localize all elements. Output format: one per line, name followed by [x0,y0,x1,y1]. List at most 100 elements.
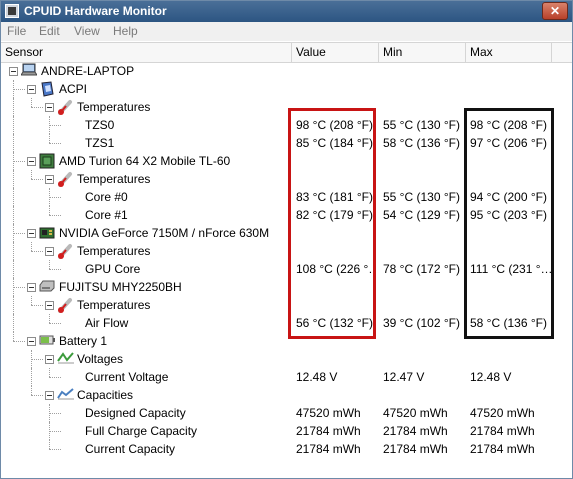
menu-file[interactable]: File [7,24,26,38]
tree-connector [13,224,14,242]
tree-connector [13,296,14,314]
tree-connector [13,89,25,90]
sensor-min: 54 °C (129 °F) [383,208,460,222]
sensor-label: Core #0 [85,190,128,204]
tree-row[interactable]: ACPI [1,80,572,98]
tree-row[interactable]: Current Capacity 21784 mWh 21784 mWh 21784 … [1,440,572,458]
value-highlight-box [288,108,376,339]
tree-connector [49,188,50,206]
collapse-toggle[interactable] [45,103,54,112]
title-bar[interactable]: CPUID Hardware Monitor ✕ [1,1,572,22]
sensor-value: 12.48 V [296,370,338,384]
sensor-label: Voltages [77,352,124,366]
tree-connector [49,323,61,324]
sensor-label: Core #1 [85,208,128,222]
sensor-label: AMD Turion 64 X2 Mobile TL-60 [59,154,231,168]
tree-connector [31,395,43,396]
sensor-max: 21784 mWh [470,442,535,456]
sensor-label: Air Flow [85,316,129,330]
sensor-label: GPU Core [85,262,141,276]
app-icon [5,4,19,18]
sensor-max: 47520 mWh [470,406,535,420]
sensor-label: Full Charge Capacity [85,424,198,438]
tree-connector [49,422,50,440]
tree-connector [49,197,61,198]
sensor-min: 39 °C (102 °F) [383,316,460,330]
tree-row[interactable]: Capacities [1,386,572,404]
tree-row[interactable]: ANDRE-LAPTOP [1,62,572,80]
tree-connector [13,116,14,134]
battery-icon [39,333,57,350]
tree-row[interactable]: Voltages [1,350,572,368]
tree-connector [49,215,61,216]
sensor-label: ACPI [59,82,88,96]
menu-help[interactable]: Help [113,24,138,38]
tree-connector [31,170,32,179]
tree-connector [13,314,14,332]
window-title: CPUID Hardware Monitor [24,4,167,18]
tree-connector [31,350,32,368]
menu-edit[interactable]: Edit [39,24,60,38]
tree-connector [31,368,32,386]
tree-row[interactable]: Full Charge Capacity 21784 mWh 21784 mWh 21… [1,422,572,440]
column-header-min[interactable]: Min [379,43,466,62]
menu-bar: File Edit View Help [1,22,572,41]
tree-connector [13,188,14,206]
collapse-toggle[interactable] [45,301,54,310]
capacity-icon [57,387,75,404]
tree-connector [13,233,25,234]
column-header-sensor[interactable]: Sensor [1,43,292,62]
tree-connector [13,98,14,116]
tree-connector [49,116,50,134]
sensor-value: 47520 mWh [296,406,361,420]
max-highlight-box [464,108,554,339]
tree-connector [13,260,14,278]
sensor-label: FUJITSU MHY2250BH [59,280,182,294]
sensor-label: Current Voltage [85,370,169,384]
collapse-toggle[interactable] [27,85,36,94]
sensor-label: Current Capacity [85,442,176,456]
sensor-label: TZS1 [85,136,115,150]
tree-connector [13,332,14,341]
tree-row[interactable]: Designed Capacity 47520 mWh 47520 mWh 47520… [1,404,572,422]
collapse-toggle[interactable] [27,337,36,346]
sensor-label: Temperatures [77,172,151,186]
tree-connector [49,269,61,270]
tree-connector [31,107,43,108]
column-header-value[interactable]: Value [292,43,379,62]
collapse-toggle[interactable] [27,229,36,238]
tree-connector [13,134,14,152]
collapse-toggle[interactable] [27,283,36,292]
tree-connector [13,161,25,162]
laptop-icon [20,63,38,80]
sensor-min: 47520 mWh [383,406,448,420]
collapse-toggle[interactable] [27,157,36,166]
tree-connector [13,80,14,98]
close-button[interactable]: ✕ [542,2,568,20]
menu-view[interactable]: View [74,24,100,38]
sensor-min: 12.47 V [383,370,425,384]
tree-connector [13,278,14,296]
column-header-max[interactable]: Max [466,43,552,62]
sensor-min: 21784 mWh [383,442,448,456]
tree-connector [31,359,43,360]
collapse-toggle[interactable] [45,247,54,256]
tree-connector [49,413,61,414]
tree-row[interactable]: Current Voltage 12.48 V 12.47 V 12.48 V [1,368,572,386]
sensor-min: 55 °C (130 °F) [383,118,460,132]
sensor-value: 21784 mWh [296,442,361,456]
tree-connector [13,287,25,288]
collapse-toggle[interactable] [45,175,54,184]
tree-connector [49,134,50,143]
sensor-max: 12.48 V [470,370,512,384]
tree-connector [49,206,50,215]
sensor-min: 55 °C (130 °F) [383,190,460,204]
collapse-toggle[interactable] [9,67,18,76]
sensor-label: TZS0 [85,118,115,132]
tree-connector [31,98,32,107]
sensor-label: ANDRE-LAPTOP [41,64,135,78]
collapse-toggle[interactable] [45,391,54,400]
sensor-label: Battery 1 [59,334,108,348]
collapse-toggle[interactable] [45,355,54,364]
sensor-label: Temperatures [77,244,151,258]
